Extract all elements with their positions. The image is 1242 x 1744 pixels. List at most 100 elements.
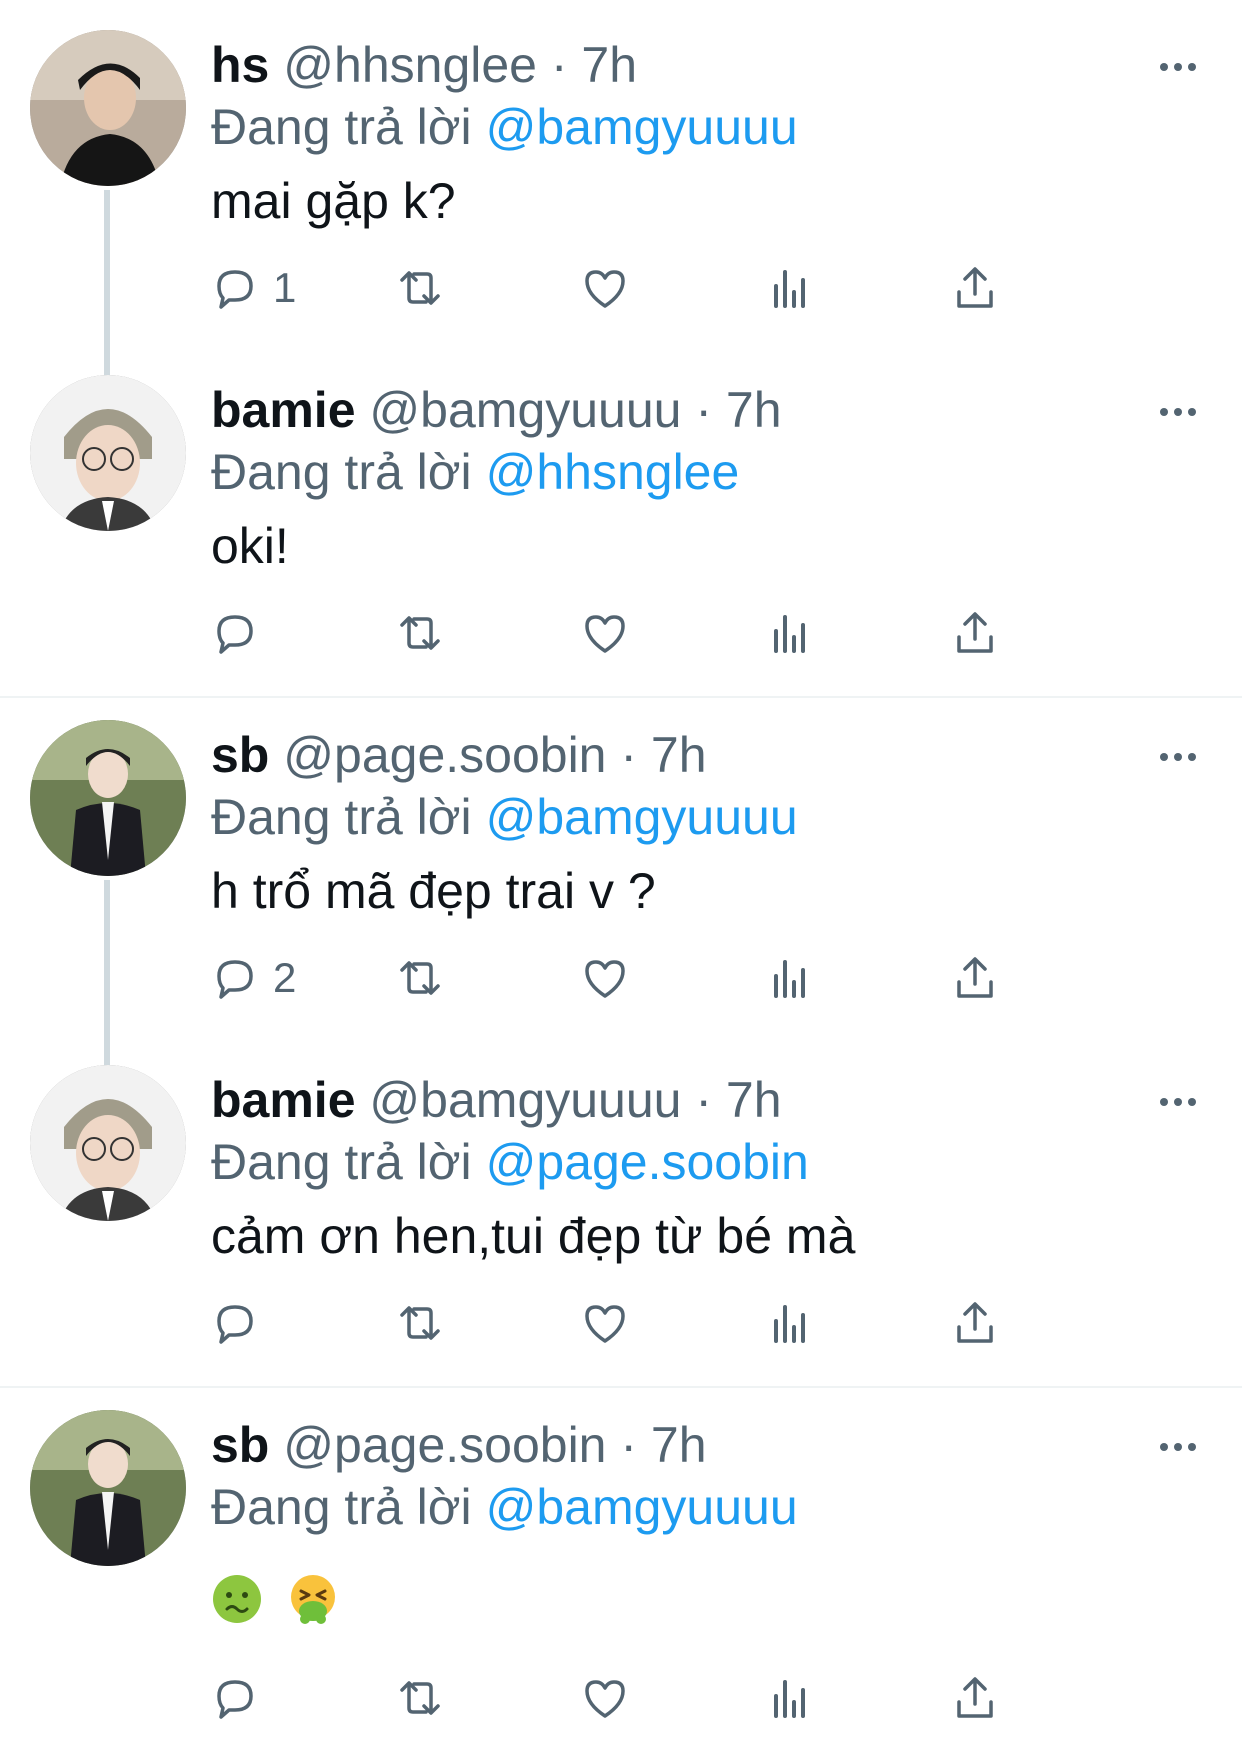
mention-link[interactable]: @bamgyuuuu (486, 1479, 798, 1535)
views-icon (774, 615, 805, 653)
display-name[interactable]: bamie (211, 382, 356, 438)
share-button[interactable] (951, 262, 999, 314)
replying-to-label: Đang trả lời (211, 99, 472, 155)
mention-link[interactable]: @hhsnglee (486, 444, 740, 500)
views-icon (774, 270, 805, 308)
tweet[interactable]: sb @page.soobin · 7h Đang trả lời @bamgy… (0, 690, 1242, 1035)
display-name[interactable]: sb (211, 1417, 269, 1473)
share-icon (957, 267, 993, 308)
views-button[interactable] (766, 262, 814, 314)
action-bar (211, 1297, 1091, 1349)
retweet-icon (400, 1306, 440, 1340)
retweet-button[interactable] (396, 607, 444, 659)
like-button[interactable] (581, 607, 629, 659)
views-button[interactable] (766, 607, 814, 659)
views-button[interactable] (766, 952, 814, 1004)
more-icon[interactable] (1158, 750, 1198, 764)
views-icon (774, 1680, 805, 1718)
replying-to-label: Đang trả lời (211, 1479, 472, 1535)
retweet-button[interactable] (396, 1672, 444, 1724)
reply-icon (217, 1305, 253, 1344)
views-icon (774, 1305, 805, 1343)
retweet-button[interactable] (396, 952, 444, 1004)
tweet-text: oki! (211, 518, 289, 574)
reply-button[interactable] (211, 1297, 273, 1349)
tweet-text: h trổ mã đẹp trai v ? (211, 863, 656, 919)
share-button[interactable] (951, 1297, 999, 1349)
handle-and-time[interactable]: @page.soobin · 7h (283, 1417, 706, 1473)
handle-and-time[interactable]: @bamgyuuuu · 7h (369, 1072, 781, 1128)
action-bar (211, 1672, 1091, 1724)
retweet-icon (400, 616, 440, 650)
action-bar: 2 (211, 952, 1091, 1004)
mention-link[interactable]: @bamgyuuuu (486, 789, 798, 845)
tweet[interactable]: bamie @bamgyuuuu · 7h Đang trả lời @page… (0, 1035, 1242, 1380)
like-icon (585, 615, 625, 653)
like-button[interactable] (581, 262, 629, 314)
avatar[interactable] (30, 1410, 186, 1566)
share-button[interactable] (951, 952, 999, 1004)
reply-icon (217, 1680, 253, 1719)
share-button[interactable] (951, 1672, 999, 1724)
reply-icon (217, 270, 253, 309)
views-button[interactable] (766, 1297, 814, 1349)
tweet[interactable]: hs @hhsnglee · 7h Đang trả lời @bamgyuuu… (0, 0, 1242, 345)
more-icon[interactable] (1158, 60, 1198, 74)
like-icon (585, 960, 625, 998)
reply-button[interactable] (211, 1672, 273, 1724)
replying-to: Đang trả lời @page.soobin (211, 1133, 809, 1191)
replying-to: Đang trả lời @hhsnglee (211, 443, 739, 501)
mention-link[interactable]: @bamgyuuuu (486, 99, 798, 155)
retweet-button[interactable] (396, 262, 444, 314)
handle-and-time[interactable]: @bamgyuuuu · 7h (369, 382, 781, 438)
avatar-image (30, 1065, 186, 1221)
more-icon[interactable] (1158, 405, 1198, 419)
avatar[interactable] (30, 1065, 186, 1221)
tweet-header: bamie @bamgyuuuu · 7h (211, 1071, 782, 1129)
handle-and-time[interactable]: @hhsnglee · 7h (283, 37, 637, 93)
reply-count: 1 (273, 264, 297, 311)
tweet[interactable]: bamie @bamgyuuuu · 7h Đang trả lời @hhsn… (0, 345, 1242, 690)
reply-icon (217, 615, 253, 654)
avatar-image (30, 1410, 186, 1566)
handle-and-time[interactable]: @page.soobin · 7h (283, 727, 706, 783)
avatar[interactable] (30, 720, 186, 876)
retweet-icon (400, 1681, 440, 1715)
mention-link[interactable]: @page.soobin (486, 1134, 809, 1190)
share-icon (957, 957, 993, 998)
views-icon (774, 960, 805, 998)
avatar[interactable] (30, 30, 186, 186)
like-icon (585, 1680, 625, 1718)
more-icon[interactable] (1158, 1095, 1198, 1109)
display-name[interactable]: bamie (211, 1072, 356, 1128)
display-name[interactable]: hs (211, 37, 269, 93)
tweet-text: mai gặp k? (211, 173, 456, 229)
reply-button[interactable]: 2 (211, 952, 296, 1004)
tweet[interactable]: sb @page.soobin · 7h Đang trả lời @bamgy… (0, 1380, 1242, 1744)
avatar-image (30, 375, 186, 531)
display-name[interactable]: sb (211, 727, 269, 783)
tweet-text: cảm ơn hen,tui đẹp từ bé mà (211, 1208, 856, 1264)
tweet-emojis (211, 1566, 349, 1625)
tweet-header: bamie @bamgyuuuu · 7h (211, 381, 782, 439)
more-icon[interactable] (1158, 1440, 1198, 1454)
avatar[interactable] (30, 375, 186, 531)
like-button[interactable] (581, 1672, 629, 1724)
replying-to-label: Đang trả lời (211, 1134, 472, 1190)
like-button[interactable] (581, 952, 629, 1004)
retweet-button[interactable] (396, 1297, 444, 1349)
share-icon (957, 1677, 993, 1718)
nauseated-face-icon (213, 1574, 261, 1623)
views-button[interactable] (766, 1672, 814, 1724)
share-icon (957, 612, 993, 653)
replying-to: Đang trả lời @bamgyuuuu (211, 1478, 798, 1536)
like-button[interactable] (581, 1297, 629, 1349)
vomiting-face-icon (290, 1574, 335, 1624)
retweet-icon (400, 961, 440, 995)
reply-count: 2 (273, 954, 297, 1001)
tweet-header: sb @page.soobin · 7h (211, 1416, 707, 1474)
replying-to: Đang trả lời @bamgyuuuu (211, 788, 798, 846)
share-button[interactable] (951, 607, 999, 659)
reply-button[interactable]: 1 (211, 262, 296, 314)
reply-button[interactable] (211, 607, 273, 659)
